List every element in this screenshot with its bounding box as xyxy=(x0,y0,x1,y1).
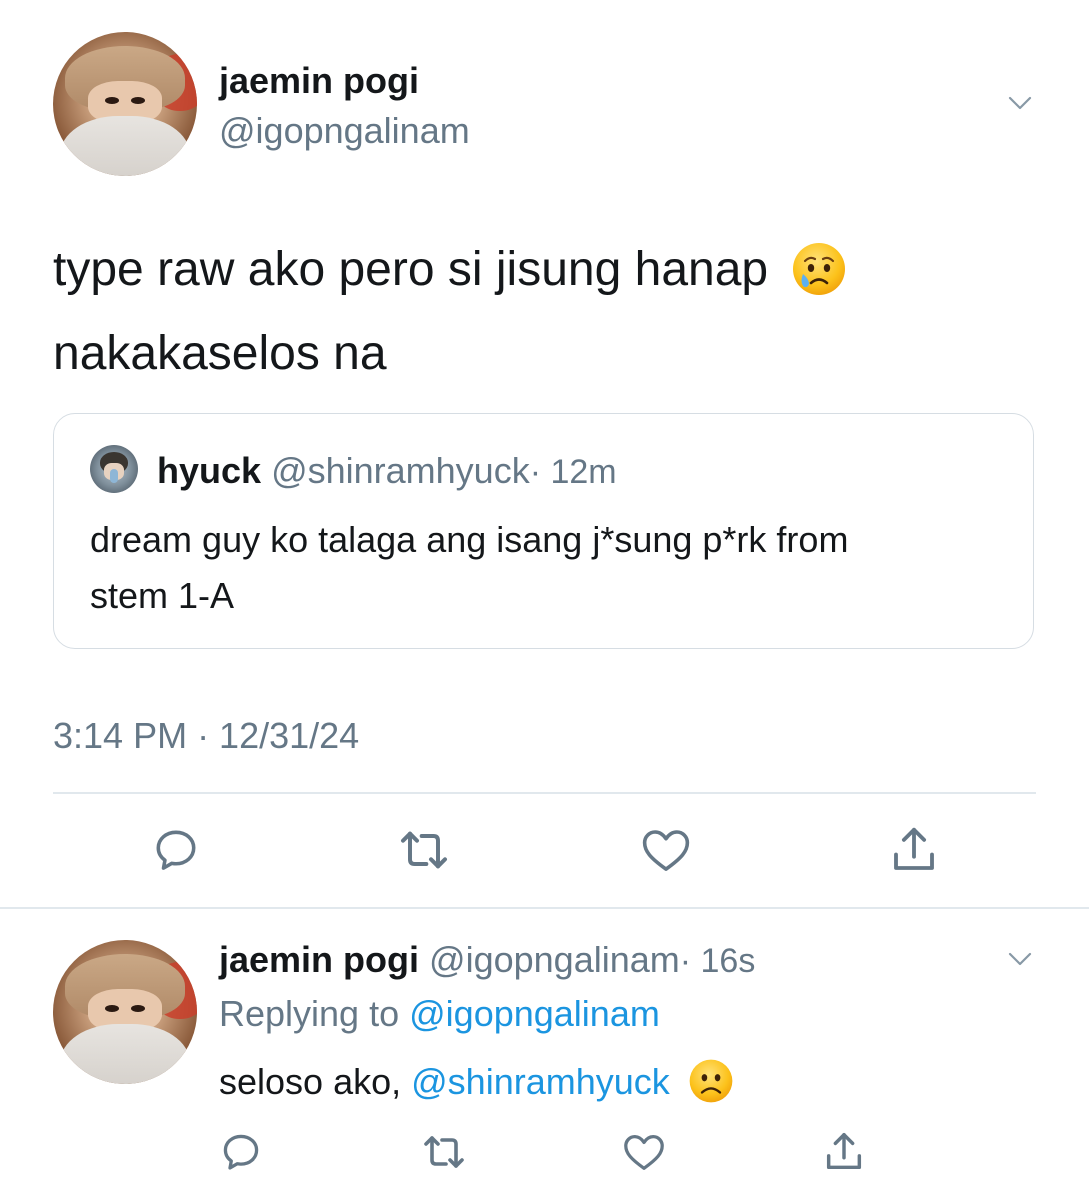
reply-time: · 16s xyxy=(679,942,756,980)
share-icon xyxy=(826,1133,862,1170)
tweet-text-line1: type raw ako pero si jisung hanap xyxy=(53,243,769,296)
replying-to: Replying to @igopngalinam xyxy=(219,992,660,1036)
heart-icon xyxy=(642,830,690,871)
crying-face-icon xyxy=(791,240,847,296)
chevron-down-icon[interactable] xyxy=(1004,92,1036,116)
reply-handle[interactable]: @igopngalinam xyxy=(429,939,680,980)
heart-icon xyxy=(624,1135,664,1170)
retweet-button[interactable] xyxy=(394,820,454,880)
reply-button[interactable] xyxy=(146,820,206,880)
quoted-avatar xyxy=(90,445,138,493)
timestamp[interactable]: 3:14 PM · 12/31/24 xyxy=(53,714,359,758)
quoted-time: · 12m xyxy=(529,453,617,491)
share-button[interactable] xyxy=(818,1126,870,1178)
display-name[interactable]: jaemin pogi xyxy=(219,60,419,102)
like-button[interactable] xyxy=(618,1126,670,1178)
reply-icon xyxy=(223,1134,259,1170)
reply-header: jaemin pogi @igopngalinam· 16s xyxy=(219,938,755,983)
divider xyxy=(53,792,1036,794)
share-icon xyxy=(894,827,934,870)
quoted-display-name: hyuck xyxy=(157,450,262,491)
mention-link[interactable]: @shinramhyuck xyxy=(411,1061,670,1102)
quoted-text: dream guy ko talaga ang isang j*sung p*r… xyxy=(90,512,1010,624)
retweet-icon xyxy=(424,1136,464,1168)
chevron-down-icon[interactable] xyxy=(1004,948,1036,972)
reply-display-name[interactable]: jaemin pogi xyxy=(219,939,419,980)
replying-to-link[interactable]: @igopngalinam xyxy=(409,993,660,1034)
quoted-text-line2: stem 1-A xyxy=(90,575,235,616)
avatar[interactable] xyxy=(53,32,197,176)
retweet-button[interactable] xyxy=(418,1126,470,1178)
reply-button[interactable] xyxy=(215,1126,267,1178)
reply-avatar[interactable] xyxy=(53,940,197,1084)
frowning-face-icon xyxy=(688,1058,734,1104)
reply-icon xyxy=(156,830,196,870)
share-button[interactable] xyxy=(884,820,944,880)
reply-text-prefix: seloso ako, xyxy=(219,1061,402,1102)
quoted-text-line1: dream guy ko talaga ang isang j*sung p*r… xyxy=(90,519,849,560)
reply-text: seloso ako, @shinramhyuck xyxy=(219,1056,734,1108)
replying-prefix: Replying to xyxy=(219,993,400,1034)
tweet-text: type raw ako pero si jisung hanap nakaka… xyxy=(53,228,1033,396)
tweet-text-line2: nakakaselos na xyxy=(53,327,387,380)
quoted-header: hyuck @shinramhyuck· 12m xyxy=(157,450,617,493)
like-button[interactable] xyxy=(636,820,696,880)
quoted-handle: @shinramhyuck xyxy=(271,450,530,491)
divider xyxy=(0,907,1089,909)
retweet-icon xyxy=(401,831,447,869)
user-handle[interactable]: @igopngalinam xyxy=(219,110,470,152)
